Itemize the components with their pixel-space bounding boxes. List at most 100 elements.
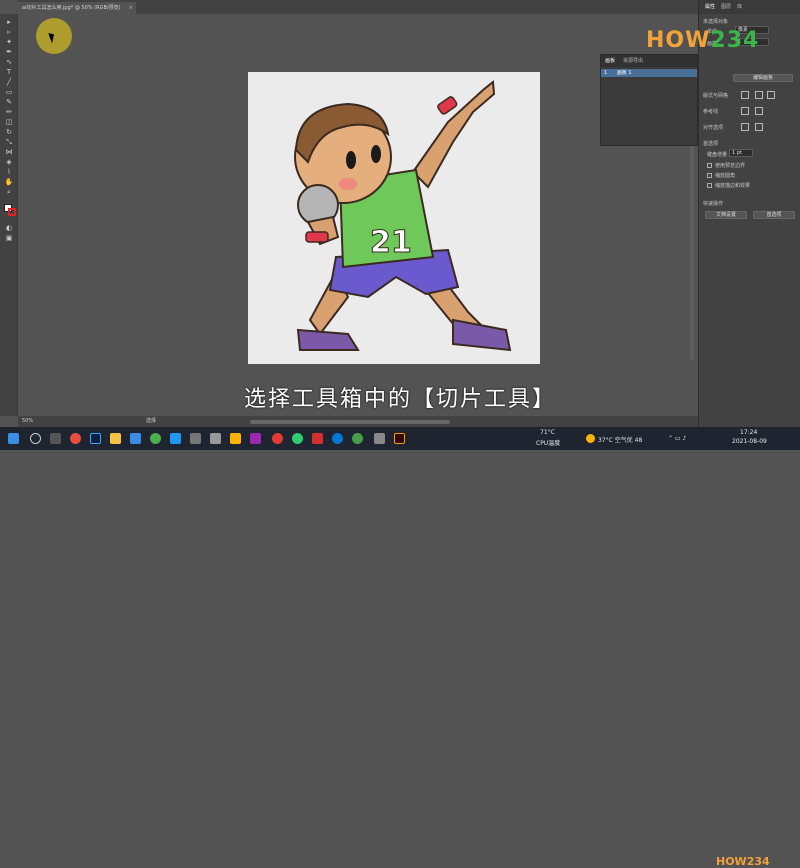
line-tool-icon[interactable]: ╱ bbox=[4, 78, 14, 86]
video-subtitle: 选择工具箱中的【切片工具】 bbox=[243, 387, 556, 412]
tab-layers[interactable]: 图层 bbox=[721, 0, 731, 14]
app-icon[interactable] bbox=[272, 433, 283, 444]
drawing-mode-icon[interactable]: ◐ bbox=[4, 224, 14, 232]
artboard[interactable]: 21 bbox=[248, 72, 540, 364]
artboard-name: 画板 1 bbox=[616, 70, 632, 76]
tab-libraries[interactable]: 库 bbox=[737, 0, 742, 14]
artboard-list-item[interactable]: 1 画板 1 bbox=[601, 69, 697, 77]
pixel-grid-icon[interactable] bbox=[755, 91, 763, 99]
align-options-label: 对齐选项 bbox=[703, 125, 724, 131]
artboard-index: 1 bbox=[604, 70, 608, 76]
selection-tool-icon[interactable]: ▸ bbox=[4, 18, 14, 26]
windows-start-icon[interactable] bbox=[8, 433, 19, 444]
app-icon[interactable] bbox=[230, 433, 241, 444]
file-explorer-icon[interactable] bbox=[110, 433, 121, 444]
horizontal-scrollbar[interactable] bbox=[250, 420, 450, 424]
guides-label: 参考线 bbox=[703, 109, 719, 115]
quick-actions-section: 快速操作 bbox=[703, 201, 724, 207]
text-tool-icon[interactable]: T bbox=[4, 68, 14, 76]
magic-wand-tool-icon[interactable]: ✦ bbox=[4, 38, 14, 46]
scale-tool-icon[interactable]: ⤡ bbox=[4, 138, 14, 146]
cpu-temperature-label: CPU温度 bbox=[536, 440, 561, 447]
how234-watermark: HOW234 bbox=[716, 855, 770, 868]
edge-icon[interactable] bbox=[332, 433, 343, 444]
scale-corners-checkbox[interactable] bbox=[707, 173, 712, 178]
task-view-icon[interactable] bbox=[50, 433, 61, 444]
how234-logo: HOW234 bbox=[646, 28, 760, 53]
preferences-button[interactable]: 首选项 bbox=[753, 211, 795, 219]
close-icon[interactable]: × bbox=[129, 2, 133, 14]
cpu-temperature: 71°C bbox=[540, 429, 555, 436]
direct-selection-tool-icon[interactable]: ▹ bbox=[4, 28, 14, 36]
rectangle-tool-icon[interactable]: ▭ bbox=[4, 88, 14, 96]
smart-guides-icon[interactable] bbox=[755, 107, 763, 115]
app-icon[interactable] bbox=[352, 433, 363, 444]
layout-grid-section: 版式与网格 bbox=[703, 93, 729, 99]
no-selection-label: 未选择对象 bbox=[703, 19, 729, 25]
rotate-tool-icon[interactable]: ↻ bbox=[4, 128, 14, 136]
keyboard-increment-input[interactable]: 1 pt bbox=[729, 149, 753, 157]
document-setup-button[interactable]: 文档设置 bbox=[705, 211, 747, 219]
tab-properties[interactable]: 属性 bbox=[705, 0, 715, 14]
document-tab-title: ai切片工具怎么用.jpg* @ 50% (RGB/预览) bbox=[22, 5, 121, 11]
preview-bounds-label: 使用预览边界 bbox=[715, 163, 746, 169]
edit-artboards-button[interactable]: 编辑画板 bbox=[733, 74, 793, 82]
properties-tabs: 属性 图层 库 bbox=[699, 0, 800, 14]
grid-icon[interactable] bbox=[741, 91, 749, 99]
app-icon[interactable] bbox=[250, 433, 261, 444]
app-icon[interactable] bbox=[374, 433, 385, 444]
curvature-tool-icon[interactable]: ∿ bbox=[4, 58, 14, 66]
width-tool-icon[interactable]: ⋈ bbox=[4, 148, 14, 156]
zoom-tool-icon[interactable]: ⌕ bbox=[4, 188, 14, 196]
browser-icon[interactable] bbox=[70, 433, 81, 444]
show-guides-icon[interactable] bbox=[741, 107, 749, 115]
app-icon[interactable] bbox=[312, 433, 323, 444]
artboards-panel-tabs: 画板 资源导出 bbox=[601, 55, 697, 67]
wechat-icon[interactable] bbox=[292, 433, 303, 444]
app-icon[interactable] bbox=[130, 433, 141, 444]
scale-strokes-checkbox[interactable] bbox=[707, 183, 712, 188]
illustrator-window: ai切片工具怎么用.jpg* @ 50% (RGB/预览) × ▸ ▹ ✦ ✒ … bbox=[0, 0, 800, 427]
document-tab-bar: ai切片工具怎么用.jpg* @ 50% (RGB/预览) × bbox=[18, 0, 698, 14]
eraser-tool-icon[interactable]: ◫ bbox=[4, 118, 14, 126]
align-to-selection-icon[interactable] bbox=[755, 123, 763, 131]
artboards-panel: 画板 资源导出 1 画板 1 bbox=[600, 54, 698, 146]
app-icon[interactable] bbox=[210, 433, 221, 444]
align-to-artboard-icon[interactable] bbox=[741, 123, 749, 131]
tab-asset-export[interactable]: 资源导出 bbox=[623, 55, 643, 67]
preview-bounds-checkbox[interactable] bbox=[707, 163, 712, 168]
weather-icon bbox=[586, 434, 595, 443]
properties-panel: 属性 图层 库 未选择对象 单位 像素 画板 1 编辑画板 版式与网格 参考线 … bbox=[698, 0, 800, 427]
weather-text[interactable]: 37°C 空气优 48 bbox=[598, 435, 642, 444]
tools-panel: ▸ ▹ ✦ ✒ ∿ T ╱ ▭ ✎ ✏ ◫ ↻ ⤡ ⋈ ◈ ⌇ ✋ ⌕ ◐ ▣ bbox=[0, 14, 18, 416]
clock-date[interactable]: 2021-08-09 bbox=[732, 438, 767, 445]
illustrator-icon[interactable] bbox=[394, 433, 405, 444]
search-icon[interactable] bbox=[30, 433, 41, 444]
photoshop-icon[interactable] bbox=[90, 433, 101, 444]
app-icon[interactable] bbox=[190, 433, 201, 444]
snap-grid-icon[interactable] bbox=[767, 91, 775, 99]
app-icon[interactable] bbox=[170, 433, 181, 444]
screen-mode-icon[interactable]: ▣ bbox=[4, 234, 14, 242]
zoom-level[interactable]: 50% bbox=[22, 416, 33, 427]
scale-corners-label: 缩放圆角 bbox=[715, 173, 736, 179]
shape-builder-tool-icon[interactable]: ◈ bbox=[4, 158, 14, 166]
stroke-swatch[interactable] bbox=[8, 208, 16, 216]
tab-artboards[interactable]: 画板 bbox=[605, 55, 615, 67]
keyboard-increment-label: 键盘增量 bbox=[707, 152, 728, 158]
jersey-number: 21 bbox=[370, 225, 412, 260]
tray-icons[interactable]: ⌃ ▭ ♪ bbox=[668, 435, 686, 442]
taskbar: 71°C CPU温度 37°C 空气优 48 ⌃ ▭ ♪ 17:24 2021-… bbox=[0, 427, 800, 868]
hand-tool-icon[interactable]: ✋ bbox=[4, 178, 14, 186]
chrome-icon[interactable] bbox=[150, 433, 161, 444]
pencil-tool-icon[interactable]: ✏ bbox=[4, 108, 14, 116]
paintbrush-tool-icon[interactable]: ✎ bbox=[4, 98, 14, 106]
pen-tool-icon[interactable]: ✒ bbox=[4, 48, 14, 56]
clock-time[interactable]: 17:24 bbox=[740, 429, 757, 436]
eyedropper-tool-icon[interactable]: ⌇ bbox=[4, 168, 14, 176]
document-tab[interactable]: ai切片工具怎么用.jpg* @ 50% (RGB/预览) × bbox=[18, 2, 136, 14]
shot-put-athlete-illustration: 21 bbox=[294, 80, 512, 352]
preferences-section: 首选项 bbox=[703, 141, 719, 147]
scale-strokes-label: 缩放描边和效果 bbox=[715, 183, 751, 189]
status-tool-label: 选择 bbox=[146, 418, 157, 424]
